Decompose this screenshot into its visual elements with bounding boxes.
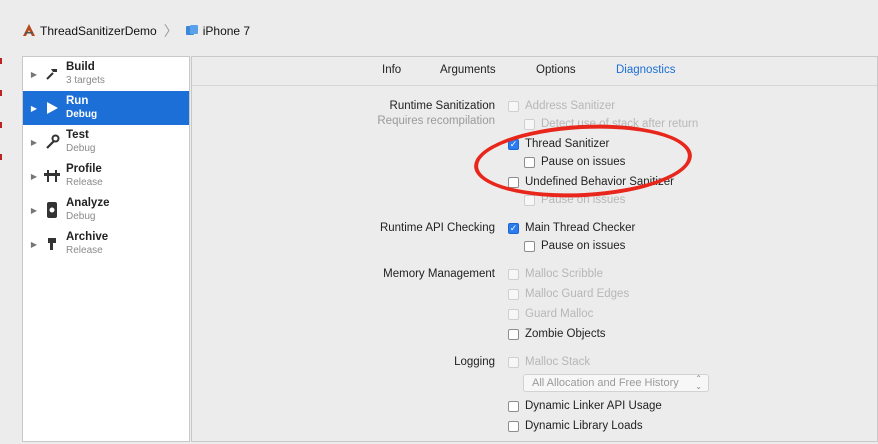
sidebar-item-sublabel: Release	[66, 177, 103, 188]
wrench-icon	[41, 131, 63, 153]
sidebar-item-run[interactable]: ▶ Run Debug	[23, 91, 189, 125]
memory-management-label: Memory Management	[383, 268, 495, 280]
tab-arguments[interactable]: Arguments	[440, 64, 496, 76]
dynamic-linker-label: Dynamic Linker API Usage	[525, 400, 662, 412]
mtc-pause-on-issues-option[interactable]: Pause on issues	[524, 240, 625, 252]
up-down-chevron-icon: ⌃ ⌄	[695, 374, 702, 391]
breadcrumb-project[interactable]: ThreadSanitizerDemo	[40, 24, 157, 38]
zombie-objects-checkbox[interactable]	[508, 328, 519, 340]
allocation-history-value: All Allocation and Free History	[532, 377, 679, 389]
hammer-icon	[41, 63, 63, 85]
project-icon	[22, 23, 36, 40]
disclosure-triangle-icon[interactable]: ▶	[27, 138, 41, 147]
main-thread-checker-option[interactable]: ✓ Main Thread Checker	[508, 222, 635, 234]
archive-icon	[41, 233, 63, 255]
guard-malloc-option[interactable]: Guard Malloc	[508, 308, 593, 320]
dynamic-library-loads-option[interactable]: Dynamic Library Loads	[508, 420, 643, 432]
tab-options[interactable]: Options	[536, 64, 576, 76]
window-edge-marks	[0, 58, 4, 198]
ubsan-pause-checkbox[interactable]	[524, 194, 535, 206]
detect-stack-checkbox[interactable]	[524, 118, 535, 130]
malloc-scribble-option[interactable]: Malloc Scribble	[508, 268, 603, 280]
malloc-guard-edges-checkbox[interactable]	[508, 288, 519, 300]
ubsan-pause-on-issues-option[interactable]: Pause on issues	[524, 194, 625, 206]
sidebar-item-build[interactable]: ▶ Build 3 targets	[23, 57, 189, 91]
disclosure-triangle-icon[interactable]: ▶	[27, 70, 41, 79]
guard-malloc-checkbox[interactable]	[508, 308, 519, 320]
detect-stack-label: Detect use of stack after return	[541, 118, 699, 130]
malloc-scribble-checkbox[interactable]	[508, 268, 519, 280]
main-thread-checker-label: Main Thread Checker	[525, 222, 636, 234]
runtime-api-checking-label: Runtime API Checking	[379, 222, 495, 234]
requires-recompilation-note: Requires recompilation	[377, 115, 495, 127]
sidebar-item-sublabel: 3 targets	[66, 75, 105, 86]
tab-bar: Info Arguments Options Diagnostics	[192, 57, 877, 86]
tsan-pause-checkbox[interactable]	[524, 156, 535, 168]
sidebar-item-label: Profile	[66, 163, 102, 175]
malloc-scribble-label: Malloc Scribble	[525, 268, 603, 280]
address-sanitizer-checkbox[interactable]	[508, 100, 519, 112]
sidebar-item-label: Test	[66, 129, 89, 141]
logging-label: Logging	[454, 356, 495, 368]
disclosure-triangle-icon[interactable]: ▶	[27, 206, 41, 215]
sidebar-item-profile[interactable]: ▶ Profile Release	[23, 159, 189, 193]
dynamic-library-loads-checkbox[interactable]	[508, 420, 519, 432]
device-icon	[185, 24, 199, 39]
sidebar-item-archive[interactable]: ▶ Archive Release	[23, 227, 189, 261]
sidebar-item-label: Archive	[66, 231, 109, 243]
malloc-guard-edges-option[interactable]: Malloc Guard Edges	[508, 288, 629, 300]
mtc-pause-label: Pause on issues	[541, 240, 626, 252]
disclosure-triangle-icon[interactable]: ▶	[27, 240, 41, 249]
detect-stack-after-return-option[interactable]: Detect use of stack after return	[524, 118, 698, 130]
disclosure-triangle-icon[interactable]: ▶	[27, 104, 41, 113]
breadcrumb: ThreadSanitizerDemo 〉 iPhone 7	[22, 22, 250, 40]
mtc-pause-checkbox[interactable]	[524, 240, 535, 252]
tab-info[interactable]: Info	[382, 64, 401, 76]
sidebar-item-sublabel: Debug	[66, 211, 96, 222]
breadcrumb-device[interactable]: iPhone 7	[203, 24, 250, 38]
malloc-guard-edges-label: Malloc Guard Edges	[525, 288, 630, 300]
runtime-sanitization-label: Runtime Sanitization	[389, 100, 495, 112]
thread-sanitizer-option[interactable]: ✓ Thread Sanitizer	[508, 138, 609, 150]
tsan-pause-on-issues-option[interactable]: Pause on issues	[524, 156, 625, 168]
tsan-pause-label: Pause on issues	[541, 156, 626, 168]
sidebar-item-sublabel: Debug	[66, 143, 96, 154]
guard-malloc-label: Guard Malloc	[525, 308, 594, 320]
analyze-icon	[41, 199, 63, 221]
dynamic-linker-checkbox[interactable]	[508, 400, 519, 412]
window-toolbar: ThreadSanitizerDemo 〉 iPhone 7	[0, 0, 878, 52]
ubsan-pause-label: Pause on issues	[541, 194, 626, 206]
sidebar-item-label: Run	[66, 95, 89, 107]
play-icon	[41, 97, 63, 119]
malloc-stack-option[interactable]: Malloc Stack	[508, 356, 590, 368]
malloc-stack-checkbox[interactable]	[508, 356, 519, 368]
undefined-behavior-sanitizer-option[interactable]: Undefined Behavior Sanitizer	[508, 176, 674, 188]
zombie-objects-label: Zombie Objects	[525, 328, 606, 340]
address-sanitizer-label: Address Sanitizer	[525, 100, 616, 112]
dynamic-linker-api-usage-option[interactable]: Dynamic Linker API Usage	[508, 400, 662, 412]
malloc-stack-label: Malloc Stack	[525, 356, 591, 368]
allocation-history-select[interactable]: All Allocation and Free History ⌃ ⌄	[523, 374, 709, 392]
address-sanitizer-option[interactable]: Address Sanitizer	[508, 100, 615, 112]
sidebar-item-label: Analyze	[66, 197, 110, 209]
instruments-icon	[41, 165, 63, 187]
dynamic-library-loads-label: Dynamic Library Loads	[525, 420, 643, 432]
sidebar-item-test[interactable]: ▶ Test Debug	[23, 125, 189, 159]
ubsan-label: Undefined Behavior Sanitizer	[525, 176, 674, 188]
sidebar-item-sublabel: Debug	[66, 109, 98, 120]
scheme-actions-sidebar: ▶ Build 3 targets ▶ Run Debug ▶ Test Deb…	[22, 56, 190, 442]
thread-sanitizer-checkbox[interactable]: ✓	[508, 138, 519, 150]
main-thread-checker-checkbox[interactable]: ✓	[508, 222, 519, 234]
thread-sanitizer-label: Thread Sanitizer	[525, 138, 610, 150]
sidebar-item-label: Build	[66, 61, 95, 73]
zombie-objects-option[interactable]: Zombie Objects	[508, 328, 606, 340]
chevron-right-icon: 〉	[163, 23, 178, 39]
sidebar-item-sublabel: Release	[66, 245, 103, 256]
ubsan-checkbox[interactable]	[508, 176, 519, 188]
sidebar-item-analyze[interactable]: ▶ Analyze Debug	[23, 193, 189, 227]
tab-diagnostics[interactable]: Diagnostics	[616, 64, 675, 76]
disclosure-triangle-icon[interactable]: ▶	[27, 172, 41, 181]
